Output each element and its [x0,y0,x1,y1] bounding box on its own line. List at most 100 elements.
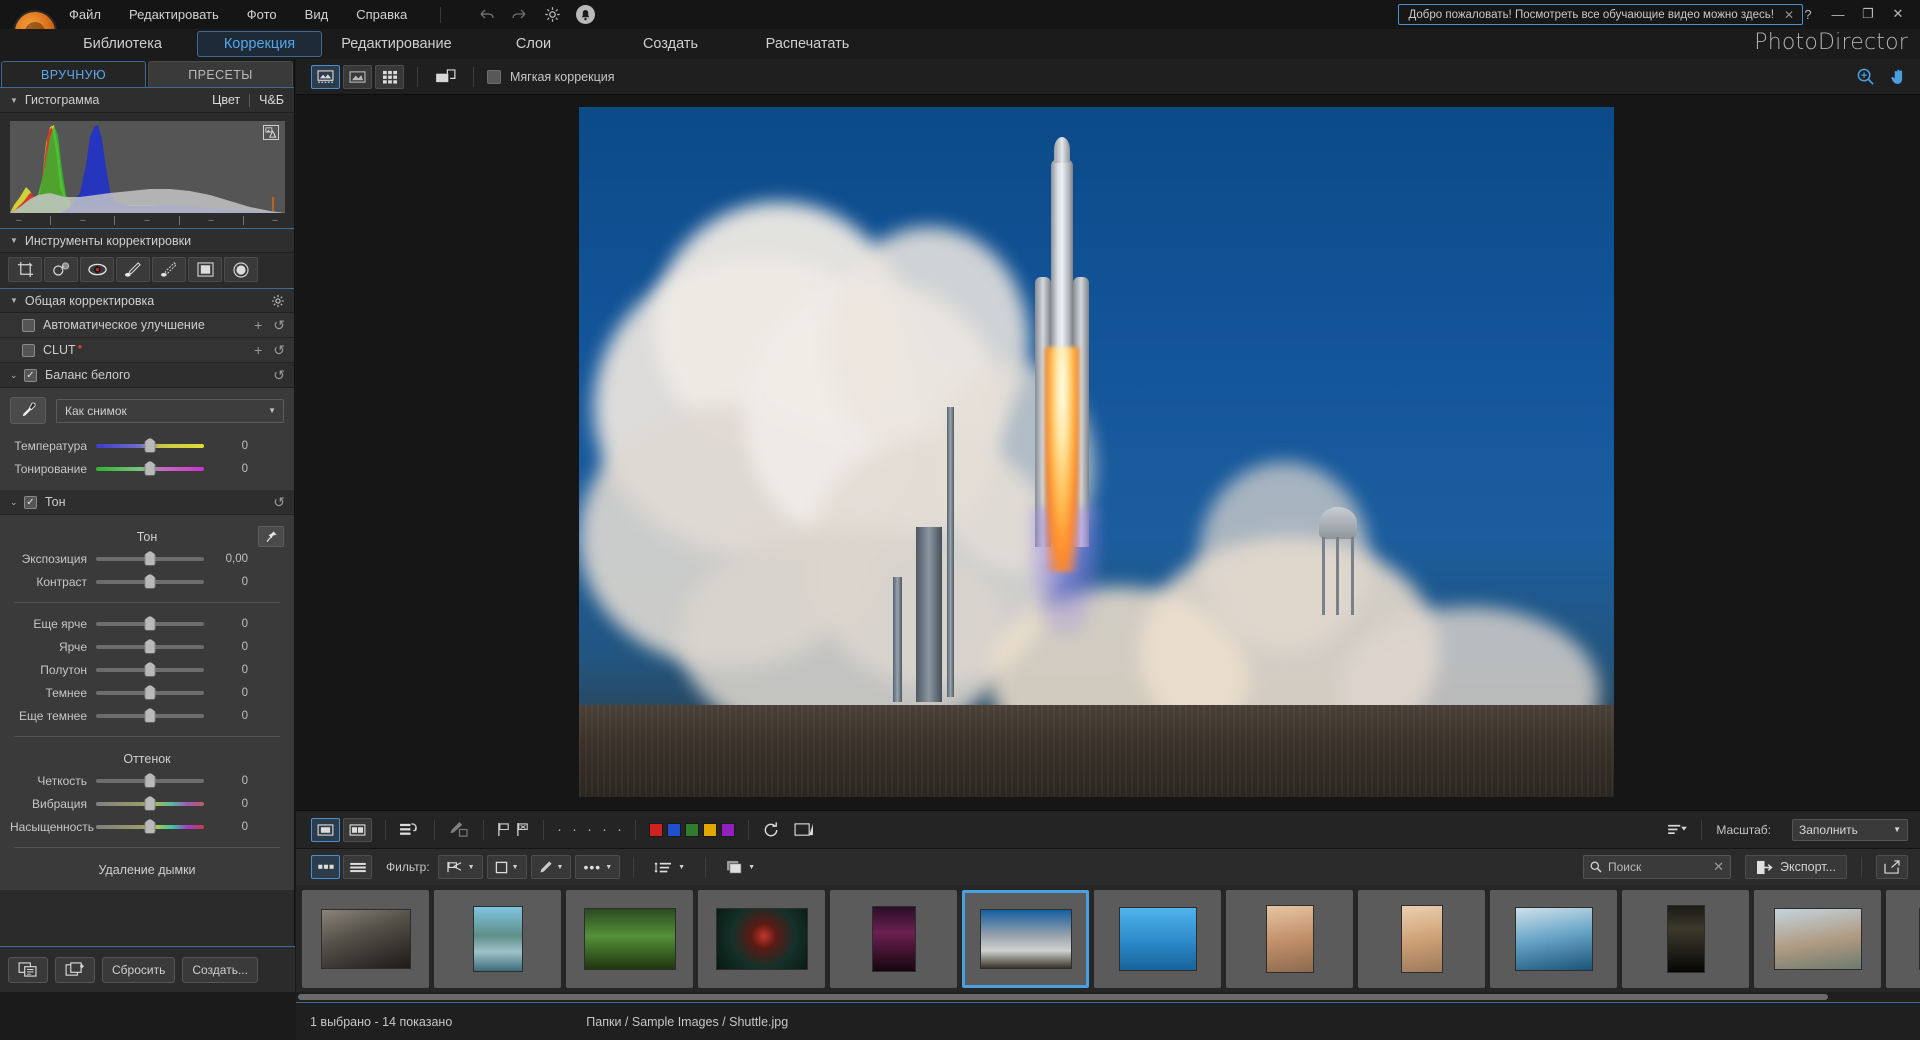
single-view-icon[interactable] [311,64,340,89]
bell-icon[interactable] [576,5,596,24]
global-adjust-settings[interactable] [271,294,285,308]
list-item[interactable] [1754,889,1881,988]
slider-knob[interactable] [144,818,156,834]
clear-search-icon[interactable]: ✕ [1713,859,1724,875]
slider-vibrance[interactable]: Вибрация 0 [10,792,284,815]
list-item[interactable] [434,889,561,988]
list-item[interactable] [1094,889,1221,988]
list-view-icon[interactable] [343,855,372,879]
list-item[interactable] [1226,889,1353,988]
histogram-header[interactable]: ▼ Гистограмма Цвет Ч&Б [0,88,294,113]
slider-track[interactable] [96,772,204,788]
rating-star-5[interactable]: · [617,821,622,838]
eyedropper-icon[interactable] [10,397,46,424]
chevron-down-icon[interactable]: ⌄ [10,370,18,381]
spot-removal-icon[interactable] [44,257,78,282]
tools-header[interactable]: ▼ Инструменты корректировки [0,228,294,253]
histogram-mode-bw[interactable]: Ч&Б [259,93,284,107]
flag-filter-icon[interactable]: ▼ [437,855,483,879]
brush-icon[interactable] [116,257,150,282]
row-clut[interactable]: CLUT • + ↺ [0,338,294,363]
list-item[interactable] [1886,889,1920,988]
checkbox-clut[interactable] [22,343,35,357]
zoom-tool-icon[interactable] [1856,67,1875,86]
photo-preview[interactable] [579,107,1614,797]
export-button[interactable]: Экспорт... [1745,855,1847,879]
edited-filter-icon[interactable]: ▼ [530,855,572,879]
rotate-icon[interactable] [762,821,780,839]
checkbox-white-balance[interactable]: ✓ [24,368,37,382]
slider-knob[interactable] [144,638,156,654]
color-label-blue[interactable] [667,822,681,837]
color-label-yellow[interactable] [703,822,717,837]
slider-contrast[interactable]: Контраст 0 [10,570,284,593]
slider-highlight[interactable]: Ярче 0 [10,635,284,658]
sort-order-icon[interactable]: ▼ [647,855,692,879]
create-preset-button[interactable]: Создать... [182,956,258,983]
help-button[interactable]: ? [1794,2,1822,26]
crop-rotate-icon[interactable] [8,257,42,282]
rating-star-3[interactable]: · [587,821,592,838]
left-panel-scroll[interactable]: ▼ Гистограмма Цвет Ч&Б – – – – – ▼ Инстр… [0,87,294,946]
slider-shadow-plus[interactable]: Еще темнее 0 [10,704,284,727]
row-auto-enhance[interactable]: Автоматическое улучшение + ↺ [0,313,294,338]
restore-button[interactable]: ❐ [1854,2,1882,26]
tab-adjustment[interactable]: Коррекция [197,31,322,57]
minimize-button[interactable]: — [1824,2,1852,26]
compare-view-icon[interactable] [343,64,372,89]
slider-track[interactable] [96,573,204,589]
slider-track[interactable] [96,707,204,723]
grid-view-icon[interactable] [375,64,404,89]
rating-star-4[interactable]: · [602,821,607,838]
flag-icon[interactable] [497,822,511,837]
compare-icon[interactable] [794,822,814,838]
slider-knob[interactable] [144,772,156,788]
slider-knob[interactable] [144,684,156,700]
color-label-green[interactable] [685,822,699,837]
slider-tint[interactable]: Тонирование 0 [10,457,284,480]
slider-exposure[interactable]: Экспозиция 0,00 [10,547,284,570]
tone-picker-icon[interactable] [258,526,284,547]
menu-file[interactable]: Файл [66,3,104,26]
scrollbar-thumb[interactable] [298,994,1828,1000]
filmstrip[interactable] [296,885,1920,992]
welcome-notification[interactable]: Добро пожаловать! Посмотреть все обучающ… [1398,4,1803,25]
slider-track[interactable] [96,684,204,700]
slider-track[interactable] [96,460,204,476]
chevron-down-icon[interactable]: ⌄ [10,497,18,508]
slider-knob[interactable] [144,661,156,677]
reset-icon[interactable]: ↺ [273,342,285,359]
slider-knob[interactable] [144,615,156,631]
close-button[interactable]: ✕ [1884,2,1912,26]
search-input[interactable]: Поиск ✕ [1583,855,1731,879]
menu-view[interactable]: Вид [302,3,332,26]
add-icon[interactable]: + [254,317,262,333]
tab-print[interactable]: Распечатать [745,32,870,56]
white-balance-preset-select[interactable]: Как снимок ▼ [56,398,284,423]
clipping-warning-icon[interactable] [263,125,279,140]
reject-flag-icon[interactable] [516,822,530,837]
list-item[interactable] [698,889,825,988]
edit-tag-icon[interactable] [448,821,470,838]
pan-tool-icon[interactable] [1889,67,1908,86]
reset-icon[interactable]: ↺ [273,494,285,511]
image-canvas[interactable] [296,95,1920,810]
list-item-selected[interactable] [962,889,1089,988]
tab-library[interactable]: Библиотека [60,32,185,56]
tab-layers[interactable]: Слои [471,32,596,56]
reset-icon[interactable]: ↺ [273,367,285,384]
reset-icon[interactable]: ↺ [273,317,285,334]
slider-clarity[interactable]: Четкость 0 [10,769,284,792]
menu-edit[interactable]: Редактировать [126,3,222,26]
slider-track[interactable] [96,661,204,677]
slider-saturation[interactable]: Насыщенность 0 [10,815,284,838]
slider-temperature[interactable]: Температура 0 [10,434,284,457]
sort-icon[interactable] [1667,823,1688,837]
smart-brush-icon[interactable] [152,257,186,282]
list-item[interactable] [566,889,693,988]
slider-track[interactable] [96,638,204,654]
row-tone[interactable]: ⌄ ✓ Тон ↺ [0,490,294,515]
checkbox-tone[interactable]: ✓ [24,495,37,509]
thumbnail-view-icon[interactable] [311,855,340,879]
filmstrip-scrollbar[interactable] [296,992,1920,1002]
